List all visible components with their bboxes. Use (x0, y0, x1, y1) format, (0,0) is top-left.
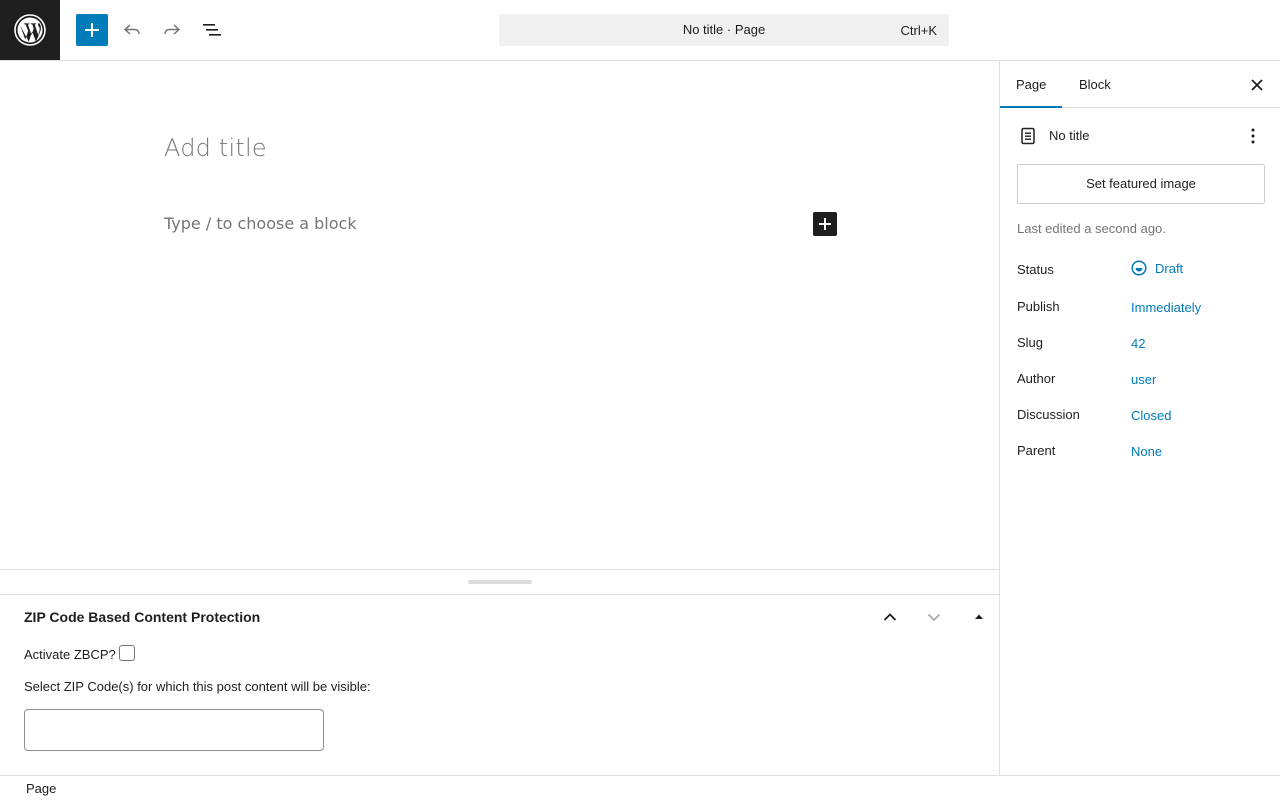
keyboard-shortcut: Ctrl+K (900, 23, 937, 38)
wordpress-logo-icon[interactable] (0, 0, 60, 60)
move-down-button[interactable] (922, 605, 946, 629)
close-sidebar-button[interactable] (1245, 73, 1269, 97)
set-featured-image-button[interactable]: Set featured image (1017, 164, 1265, 204)
slug-row: Slug 42 (1017, 333, 1267, 355)
status-label: Status (1017, 262, 1054, 277)
plus-icon (819, 218, 831, 230)
document-title: No title · Page (682, 22, 766, 37)
discussion-value[interactable]: Closed (1131, 408, 1171, 423)
slug-label: Slug (1017, 335, 1044, 350)
publish-value[interactable]: Immediately (1131, 300, 1201, 315)
redo-button[interactable] (156, 14, 188, 46)
undo-icon (123, 24, 140, 35)
author-value[interactable]: user (1131, 372, 1156, 387)
list-view-icon (203, 24, 221, 36)
command-palette-bar[interactable]: No title · Page Ctrl+K (499, 14, 949, 46)
document-summary: No title (1017, 125, 1267, 147)
undo-button[interactable] (116, 14, 148, 46)
tab-page[interactable]: Page (1000, 61, 1063, 108)
page-icon (1017, 125, 1039, 147)
parent-value[interactable]: None (1131, 444, 1162, 459)
metabox-title: ZIP Code Based Content Protection (24, 609, 261, 625)
default-block-appender[interactable]: Type / to choose a block (164, 214, 357, 233)
toggle-panel-button[interactable] (967, 605, 991, 629)
editor-canvas[interactable]: Add title Type / to choose a block (0, 61, 999, 570)
redo-icon (164, 24, 181, 35)
last-edited-text: Last edited a second ago. (1017, 221, 1166, 236)
status-row: Status Draft (1017, 260, 1267, 282)
parent-row: Parent None (1017, 441, 1267, 463)
add-block-button[interactable] (76, 14, 108, 46)
publish-row: Publish Immediately (1017, 297, 1267, 319)
activate-zbcp-label: Activate ZBCP? (24, 647, 116, 662)
document-title-label: No title (1049, 128, 1090, 143)
author-label: Author (1017, 371, 1056, 386)
parent-label: Parent (1017, 443, 1056, 458)
close-icon (1251, 79, 1263, 91)
discussion-row: Discussion Closed (1017, 405, 1267, 427)
status-toggle[interactable]: Draft (1131, 260, 1183, 276)
document-actions-button[interactable] (1242, 125, 1264, 147)
editor-header: No title · Page Ctrl+K (0, 0, 1280, 61)
slug-value[interactable]: 42 (1131, 336, 1145, 351)
metabox-resize-bar[interactable] (0, 569, 999, 595)
post-title-input[interactable]: Add title (164, 134, 267, 162)
more-vertical-icon (1251, 128, 1255, 144)
document-overview-button[interactable] (196, 14, 228, 46)
inline-add-block-button[interactable] (813, 212, 837, 236)
zbcp-metabox: ZIP Code Based Content Protection Activa… (0, 595, 999, 775)
move-up-button[interactable] (878, 605, 902, 629)
zip-select-label: Select ZIP Code(s) for which this post c… (24, 679, 371, 694)
tab-block[interactable]: Block (1063, 61, 1127, 108)
settings-sidebar: Page Block No title Set featured image L… (999, 61, 1280, 775)
sidebar-tabs: Page Block (1000, 61, 1280, 108)
chevron-down-icon (927, 613, 941, 622)
triangle-up-icon (975, 614, 983, 619)
breadcrumb[interactable]: Page (26, 781, 56, 796)
editor-footer: Page (0, 775, 1280, 800)
publish-label: Publish (1017, 299, 1060, 314)
status-value: Draft (1155, 260, 1184, 276)
draft-status-icon (1131, 260, 1147, 276)
chevron-up-icon (883, 613, 897, 621)
zip-code-select[interactable] (24, 709, 324, 751)
discussion-label: Discussion (1017, 407, 1080, 422)
resize-handle[interactable] (468, 580, 532, 584)
activate-zbcp-checkbox[interactable] (119, 645, 135, 661)
plus-icon (85, 23, 99, 37)
author-row: Author user (1017, 369, 1267, 391)
